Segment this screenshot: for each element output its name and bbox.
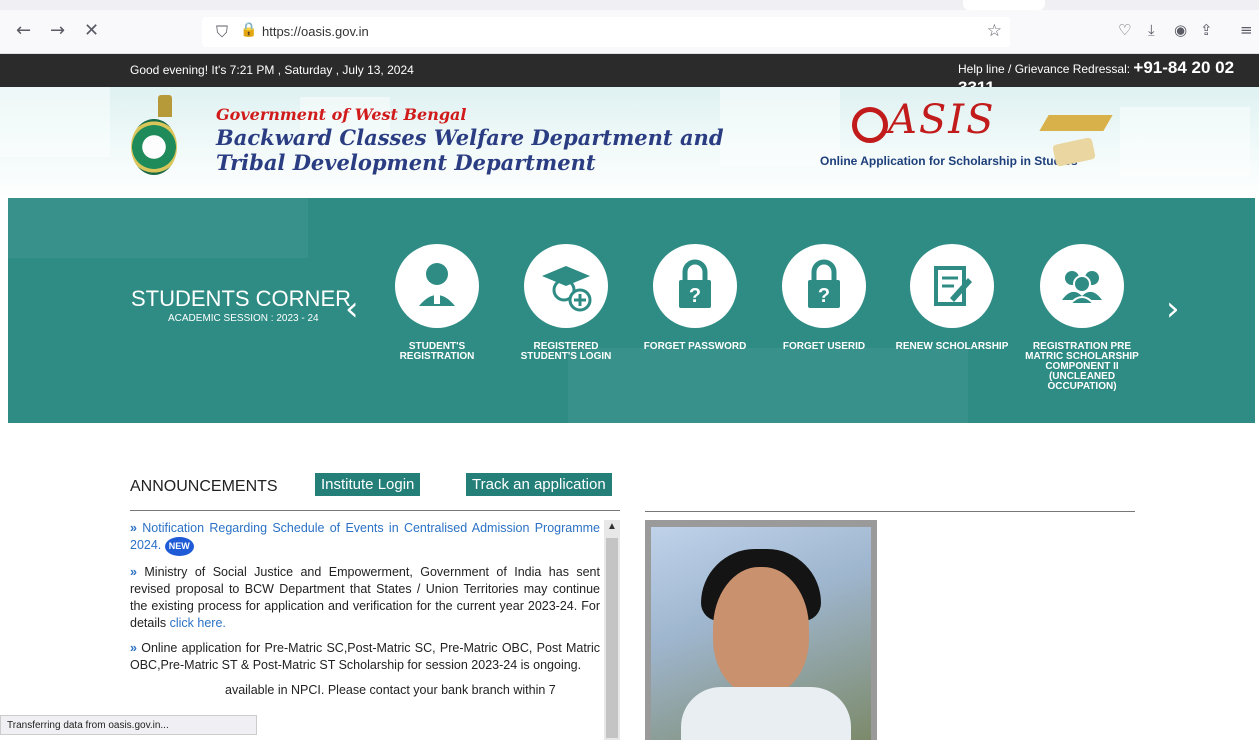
announcement-item[interactable]: » Notification Regarding Schedule of Eve…	[130, 520, 620, 556]
track-application-button[interactable]: Track an application	[466, 473, 612, 496]
card-renew-scholarship[interactable]: RENEW SCHOLARSHIP	[892, 244, 1012, 352]
scroll-up-icon[interactable]: ▲	[607, 521, 617, 532]
star-icon[interactable]: ☆	[987, 21, 1002, 41]
announcement-item: » Ministry of Social Justice and Empower…	[130, 564, 620, 632]
pocket-icon[interactable]: ♡	[1118, 21, 1131, 39]
shield-icon[interactable]: ⛉	[216, 22, 228, 42]
department-line-1: Backward Classes Welfare Department and	[216, 125, 724, 150]
west-bengal-emblem	[131, 119, 177, 175]
svg-text:?: ?	[818, 285, 830, 307]
students-corner-title: STUDENTS CORNER	[131, 286, 352, 311]
download-icon[interactable]: ⤓	[1148, 21, 1155, 39]
greeting-text: Good evening! It's 7:21 PM , Saturday , …	[130, 63, 414, 77]
diploma-scroll-icon	[1052, 137, 1096, 167]
svg-text:?: ?	[689, 285, 701, 307]
announcement-item: » Online application for Pre-Matric SC,P…	[130, 640, 620, 674]
announcement-text: Online application for Pre-Matric SC,Pos…	[130, 641, 600, 672]
group-icon[interactable]	[1040, 244, 1124, 328]
card-label[interactable]: FORGET PASSWORD	[635, 342, 755, 352]
carousel-next-icon[interactable]: ›	[1166, 292, 1180, 326]
back-icon[interactable]: ←	[16, 20, 31, 42]
card-label[interactable]: STUDENT'S REGISTRATION	[377, 342, 497, 362]
card-registration-pre-matric[interactable]: REGISTRATION PRE MATRIC SCHOLARSHIP COMP…	[1022, 244, 1142, 392]
academic-session: ACADEMIC SESSION : 2023 - 24	[168, 313, 319, 324]
scrollbar-thumb[interactable]	[606, 538, 618, 738]
account-icon[interactable]: ◉	[1174, 21, 1187, 39]
chevron-right-icon: »	[130, 565, 137, 579]
lock-question-icon[interactable]: ?	[653, 244, 737, 328]
address-bar[interactable]: ⛉ 🔒 https://oasis.gov.in ☆	[202, 17, 1010, 47]
students-corner-banner: STUDENTS CORNER ACADEMIC SESSION : 2023 …	[8, 198, 1255, 423]
card-label[interactable]: FORGET USERID	[764, 342, 884, 352]
chevron-right-icon: »	[130, 641, 137, 655]
card-label[interactable]: REGISTRATION PRE MATRIC SCHOLARSHIP COMP…	[1022, 342, 1142, 392]
browser-tab[interactable]	[963, 0, 1045, 10]
site-header: Government of West Bengal Backward Class…	[0, 87, 1259, 198]
graduate-add-icon[interactable]	[524, 244, 608, 328]
graduation-cap-icon	[1039, 115, 1113, 131]
lock-question-icon[interactable]: ?	[782, 244, 866, 328]
announcements-scrollbar[interactable]: ▲	[604, 520, 620, 740]
menu-icon[interactable]: ≡	[1240, 21, 1253, 39]
lock-icon[interactable]: 🔒	[240, 22, 257, 38]
forward-icon[interactable]: →	[50, 20, 65, 42]
announcements-list[interactable]: » Notification Regarding Schedule of Eve…	[130, 520, 620, 740]
card-label[interactable]: REGISTERED STUDENT'S LOGIN	[506, 342, 626, 362]
government-title: Government of West Bengal	[216, 105, 467, 124]
emblem-lion-capital	[158, 95, 172, 117]
browser-toolbar: ← → ✕ ⛉ 🔒 https://oasis.gov.in ☆ ♡ ⤓ ◉ ⇪…	[0, 0, 1259, 54]
announcements-divider	[130, 510, 620, 511]
announcement-text[interactable]: Notification Regarding Schedule of Event…	[130, 521, 600, 552]
helpline-label: Help line / Grievance Redressal:	[958, 62, 1134, 76]
announcement-text: available in NPCI. Please contact your b…	[225, 683, 556, 697]
tab-strip	[0, 0, 1259, 10]
carousel-prev-icon[interactable]: ‹	[345, 292, 359, 326]
card-forget-password[interactable]: ? FORGET PASSWORD	[635, 244, 755, 352]
new-badge: NEW	[164, 537, 194, 556]
chevron-right-icon: »	[130, 521, 137, 535]
department-line-2: Tribal Development Department	[216, 150, 596, 175]
oasis-logo-text: ASIS	[888, 97, 996, 143]
info-bar: Good evening! It's 7:21 PM , Saturday , …	[0, 54, 1259, 97]
announcements-heading: ANNOUNCEMENTS	[130, 478, 278, 495]
card-student-registration[interactable]: STUDENT'S REGISTRATION	[377, 244, 497, 362]
card-registered-login[interactable]: REGISTERED STUDENT'S LOGIN	[506, 244, 626, 362]
url-text[interactable]: https://oasis.gov.in	[262, 24, 369, 39]
institute-login-button[interactable]: Institute Login	[315, 473, 421, 496]
document-edit-icon[interactable]	[910, 244, 994, 328]
oasis-logo-o	[852, 107, 888, 143]
oasis-tagline: Online Application for Scholarship in St…	[820, 154, 1078, 168]
click-here-link[interactable]: click here.	[170, 616, 226, 630]
right-divider	[645, 511, 1135, 512]
card-label[interactable]: RENEW SCHOLARSHIP	[892, 342, 1012, 352]
share-icon[interactable]: ⇪	[1200, 21, 1213, 39]
student-icon[interactable]	[395, 244, 479, 328]
stop-loading-icon[interactable]: ✕	[84, 20, 99, 42]
chief-minister-photo	[651, 527, 871, 740]
announcement-item: available in NPCI. Please contact your b…	[130, 682, 620, 699]
card-forget-userid[interactable]: ? FORGET USERID	[764, 244, 884, 352]
browser-status-bar: Transferring data from oasis.gov.in...	[0, 715, 257, 735]
